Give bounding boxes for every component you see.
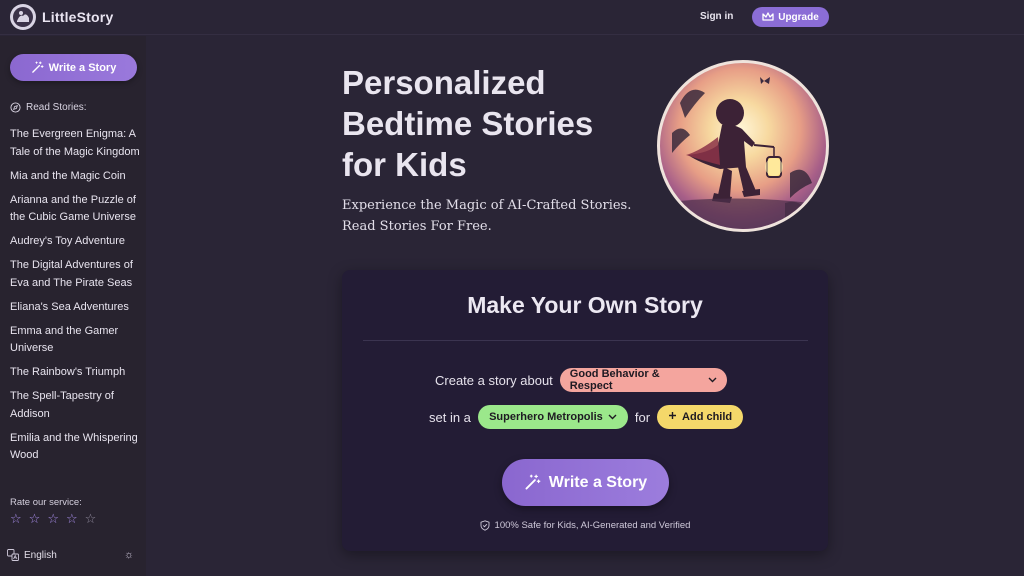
topic-row: Create a story about Good Behavior & Res… (435, 368, 727, 392)
add-child-label: Add child (682, 411, 733, 423)
setting-row: set in a Superhero Metropolis for Add ch… (429, 405, 744, 429)
story-builder-card: Make Your Own Story Create a story about… (342, 270, 828, 551)
read-stories-label: Read Stories: (26, 102, 87, 113)
chevron-down-icon (708, 374, 717, 386)
setting-prefix: set in a (429, 409, 471, 425)
write-story-button[interactable]: Write a Story (502, 459, 669, 506)
top-bar: LittleStory Sign in Upgrade (0, 0, 1024, 35)
star-icon[interactable]: ☆ (10, 512, 22, 526)
sidebar-write-story-label: Write a Story (48, 61, 117, 74)
plus-icon (668, 411, 677, 423)
story-list: The Evergreen Enigma: A Tale of the Magi… (10, 126, 140, 471)
story-link[interactable]: Emilia and the Whispering Wood (10, 430, 140, 465)
upgrade-button[interactable]: Upgrade (752, 7, 829, 27)
write-story-label: Write a Story (548, 473, 648, 491)
story-link[interactable]: Arianna and the Puzzle of the Cubic Game… (10, 192, 140, 227)
logo[interactable]: LittleStory (10, 4, 113, 30)
star-icon[interactable]: ☆ (47, 512, 59, 526)
builder-title: Make Your Own Story (467, 292, 703, 318)
story-link[interactable]: Mia and the Magic Coin (10, 168, 140, 186)
compass-icon (10, 102, 21, 113)
story-link[interactable]: The Spell-Tapestry of Addison (10, 388, 140, 423)
setting-value: Superhero Metropolis (489, 411, 603, 423)
story-link[interactable]: The Digital Adventures of Eva and The Pi… (10, 257, 140, 292)
language-selector[interactable]: English (7, 549, 57, 561)
story-link[interactable]: Emma and the Gamer Universe (10, 323, 140, 358)
sign-in-link[interactable]: Sign in (700, 11, 733, 22)
hero-illustration (657, 60, 829, 232)
hero-title: Personalized Bedtime Stories for Kids (342, 64, 594, 183)
setting-dropdown[interactable]: Superhero Metropolis (477, 405, 628, 429)
star-icon[interactable]: ☆ (29, 512, 41, 526)
magic-wand-icon (525, 474, 541, 490)
topic-dropdown[interactable]: Good Behavior & Respect (559, 368, 727, 392)
safety-note-text: 100% Safe for Kids, AI-Generated and Ver… (494, 520, 691, 531)
star-rating: ☆ ☆ ☆ ☆ ☆ (10, 512, 96, 526)
story-link[interactable]: The Rainbow's Triumph (10, 364, 140, 382)
chevron-down-icon (608, 411, 617, 423)
divider (363, 340, 808, 341)
crown-icon (762, 12, 774, 21)
theme-toggle-sun-icon[interactable]: ☼ (124, 549, 134, 561)
rate-service-label: Rate our service: (10, 497, 82, 508)
hero-subtitle: Experience the Magic of AI-Crafted Stori… (342, 198, 632, 234)
upgrade-label: Upgrade (778, 11, 819, 23)
star-icon[interactable]: ☆ (66, 512, 78, 526)
logo-icon (10, 4, 36, 30)
magic-wand-icon (31, 61, 44, 73)
story-link[interactable]: The Evergreen Enigma: A Tale of the Magi… (10, 126, 140, 161)
for-prefix: for (634, 409, 651, 425)
topic-value: Good Behavior & Respect (569, 368, 660, 392)
story-link[interactable]: Eliana's Sea Adventures (10, 299, 140, 317)
logo-text: LittleStory (42, 9, 114, 25)
story-link[interactable]: Audrey's Toy Adventure (10, 233, 140, 251)
shield-check-icon (480, 520, 489, 531)
topic-prefix: Create a story about (435, 372, 553, 388)
safety-note: 100% Safe for Kids, AI-Generated and Ver… (342, 520, 828, 531)
language-label: English (24, 549, 57, 561)
sidebar-write-story-button[interactable]: Write a Story (10, 54, 137, 81)
star-icon[interactable]: ☆ (85, 512, 97, 526)
translate-icon (7, 549, 19, 561)
sidebar: Write a Story Read Stories: The Evergree… (0, 36, 146, 576)
add-child-button[interactable]: Add child (657, 405, 744, 429)
read-stories-heading: Read Stories: (10, 102, 87, 113)
